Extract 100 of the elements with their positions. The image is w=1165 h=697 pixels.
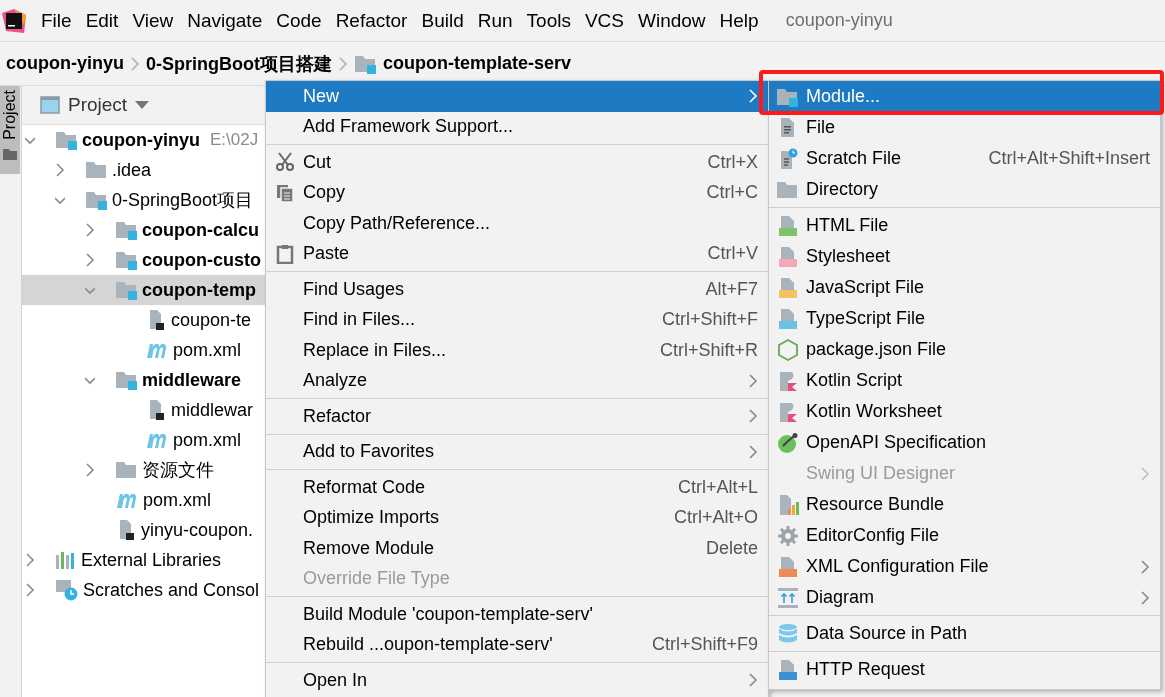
tree-item[interactable]: coupon-temp: [22, 275, 266, 305]
module-folder-icon: [115, 370, 138, 390]
project-tool-tab[interactable]: Project: [0, 86, 20, 174]
shortcut-text: Alt+F7: [705, 278, 758, 300]
folder-icon: [85, 160, 108, 180]
tree-item-label: yinyu-coupon.: [141, 519, 254, 541]
tree-item[interactable]: middleware: [22, 365, 266, 395]
menu-item-label: HTTP Request: [806, 659, 926, 680]
menu-item-label: Find Usages: [303, 278, 406, 300]
tree-item[interactable]: .idea: [22, 155, 266, 185]
menu-item[interactable]: Reformat Code Ctrl+Alt+L: [266, 472, 768, 503]
shortcut-text: Ctrl+V: [707, 243, 758, 265]
menu-item[interactable]: Module...: [769, 81, 1160, 112]
menu-bar-item[interactable]: VCS: [577, 7, 631, 34]
menu-item[interactable]: Build Module 'coupon-template-serv': [266, 599, 768, 630]
menu-item[interactable]: XML Configuration File: [769, 551, 1160, 582]
menu-item[interactable]: Cut Ctrl+X: [266, 147, 768, 178]
menu-item-label: Resource Bundle: [806, 494, 946, 515]
tree-item[interactable]: yinyu-coupon.: [22, 515, 266, 545]
tree-item[interactable]: Scratches and Consol: [22, 575, 266, 605]
menu-bar-item[interactable]: Refactor: [328, 7, 415, 34]
menu-item[interactable]: Replace in Files... Ctrl+Shift+R: [266, 335, 768, 366]
menu-item-label: TypeScript File: [806, 308, 927, 329]
menu-item[interactable]: File: [769, 112, 1160, 143]
module-folder-icon: [85, 190, 108, 210]
menu-item[interactable]: Add Framework Support...: [266, 111, 768, 142]
menu-bar-item[interactable]: View: [125, 7, 181, 34]
menu-item[interactable]: Open In: [266, 665, 768, 696]
menu-item[interactable]: Rebuild ...oupon-template-serv' Ctrl+Shift+F9: [266, 629, 768, 660]
menu-item[interactable]: Scratch File Ctrl+Alt+Shift+Insert: [769, 143, 1160, 174]
tree-item[interactable]: pom.xml: [22, 425, 266, 455]
menu-bar-item[interactable]: Run: [470, 7, 520, 34]
menu-item-label: Build Module 'coupon-template-serv': [303, 603, 595, 625]
menu-item[interactable]: New: [266, 81, 768, 112]
menu-item[interactable]: Find Usages Alt+F7: [266, 274, 768, 305]
tree-item[interactable]: coupon-te: [22, 305, 266, 335]
menu-item[interactable]: EditorConfig File: [769, 520, 1160, 551]
menu-item[interactable]: Directory: [769, 174, 1160, 205]
breadcrumb-item[interactable]: 0-SpringBoot项目搭建: [146, 51, 332, 76]
app-logo-icon: [2, 8, 26, 33]
menu-item[interactable]: Find in Files... Ctrl+Shift+F: [266, 304, 768, 335]
tree-item[interactable]: pom.xml: [22, 335, 266, 365]
menu-item[interactable]: Paste Ctrl+V: [266, 238, 768, 269]
menu-item-label: Stylesheet: [806, 246, 892, 267]
menu-item[interactable]: Optimize Imports Ctrl+Alt+O: [266, 502, 768, 533]
menu-item[interactable]: Data Source in Path: [769, 618, 1160, 649]
menu-item[interactable]: JavaScript File: [769, 272, 1160, 303]
tree-item[interactable]: coupon-yinyu E:\02J: [22, 125, 266, 155]
menu-item-label: Kotlin Worksheet: [806, 401, 943, 422]
menu-bar-item[interactable]: File: [34, 7, 79, 34]
breadcrumb-item[interactable]: coupon-template-serv: [383, 53, 572, 74]
menu-item[interactable]: Remove Module Delete: [266, 533, 768, 564]
menu-item[interactable]: Analyze: [266, 365, 768, 396]
menu-bar-item[interactable]: Build: [414, 7, 471, 34]
dropdown-caret-icon[interactable]: [135, 101, 150, 109]
tree-item[interactable]: middlewar: [22, 395, 266, 425]
tree-item-label: coupon-calcu: [142, 219, 259, 241]
tree-item-label: coupon-custo: [142, 249, 261, 271]
module-folder-icon: [55, 130, 78, 150]
menu-item[interactable]: Add to Favorites: [266, 436, 768, 467]
tree-item[interactable]: coupon-custo: [22, 245, 266, 275]
menu-item[interactable]: OpenAPI Specification: [769, 427, 1160, 458]
tree-item[interactable]: 资源文件: [22, 455, 266, 485]
tree-item[interactable]: coupon-calcu: [22, 215, 266, 245]
folder-icon: [776, 179, 799, 200]
menu-item[interactable]: Stylesheet: [769, 241, 1160, 272]
menu-bar-item[interactable]: Navigate: [180, 7, 270, 34]
tree-item[interactable]: pom.xml: [22, 485, 266, 515]
menu-item[interactable]: HTML File: [769, 210, 1160, 241]
tree-item[interactable]: External Libraries: [22, 545, 266, 575]
http-request-icon: [776, 658, 799, 681]
menu-bar-item[interactable]: Help: [712, 7, 766, 34]
menu-bar-item[interactable]: Tools: [519, 7, 578, 34]
menu-item-label: Remove Module: [303, 537, 436, 559]
menu-item-label: Override File Type: [303, 568, 451, 590]
menu-item[interactable]: Diagram: [769, 582, 1160, 613]
menu-item[interactable]: Copy Path/Reference...: [266, 208, 768, 239]
menu-bar-item[interactable]: Edit: [78, 7, 126, 34]
menu-item[interactable]: Resource Bundle: [769, 489, 1160, 520]
menu-item[interactable]: HTTP Request: [769, 654, 1160, 685]
menu-item-label: Add Framework Support...: [303, 116, 515, 138]
panel-title[interactable]: Project: [68, 94, 128, 116]
module-folder-icon: [115, 220, 138, 240]
menu-bar-item[interactable]: Window: [631, 7, 713, 34]
shortcut-text: Ctrl+Shift+R: [659, 339, 758, 361]
menu-bar-item[interactable]: Code: [269, 7, 329, 34]
menu-item[interactable]: Kotlin Worksheet: [769, 396, 1160, 427]
menu-item[interactable]: Refactor: [266, 401, 768, 432]
shortcut-text: Ctrl+Shift+F: [661, 309, 758, 331]
menu-item[interactable]: package.json File: [769, 334, 1160, 365]
menu-item-label: Copy: [303, 182, 347, 204]
tree-item-label: pom.xml: [173, 339, 241, 361]
breadcrumb-item[interactable]: coupon-yinyu: [6, 53, 124, 74]
menu-item-label: Swing UI Designer: [806, 463, 957, 484]
menu-item[interactable]: Kotlin Script: [769, 365, 1160, 396]
diagram-icon: [776, 586, 799, 609]
tree-item[interactable]: 0-SpringBoot项目: [22, 185, 266, 215]
html-file-icon: [776, 214, 799, 237]
menu-item[interactable]: Copy Ctrl+C: [266, 177, 768, 208]
menu-item[interactable]: TypeScript File: [769, 303, 1160, 334]
